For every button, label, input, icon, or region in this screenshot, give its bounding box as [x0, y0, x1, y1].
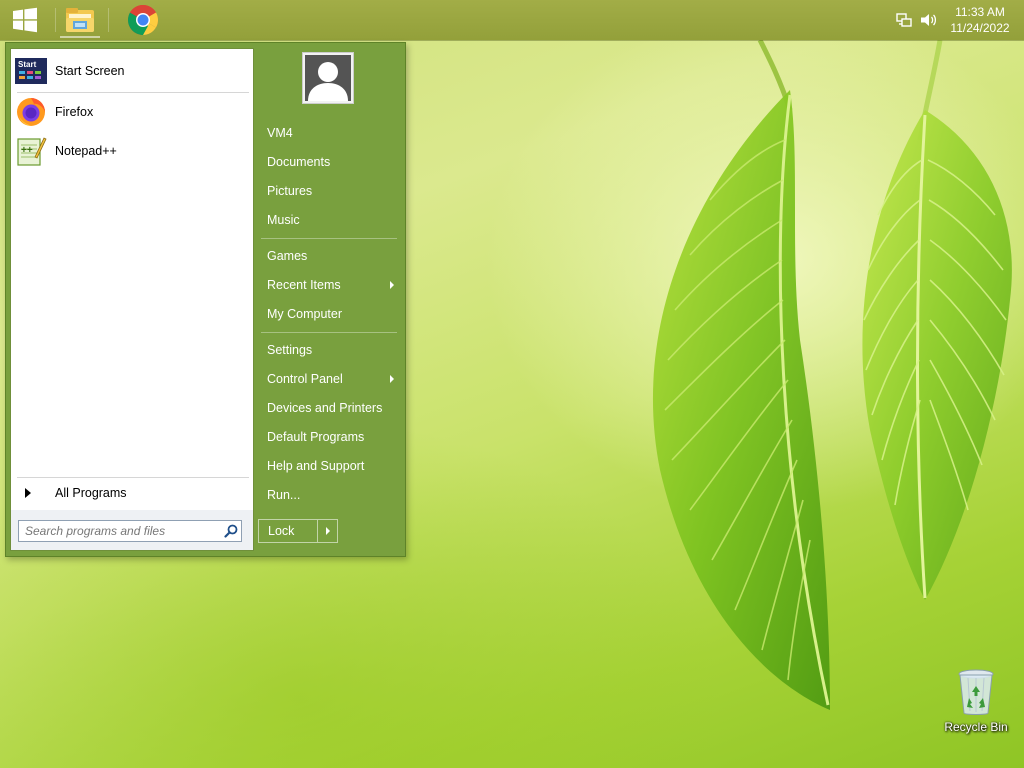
taskbar-separator: [55, 8, 56, 32]
menu-item-vm4[interactable]: VM4: [262, 120, 402, 146]
pinned-label: Firefox: [55, 105, 94, 119]
taskbar: 11:33 AM 11/24/2022: [0, 0, 1024, 40]
menu-divider: [261, 332, 397, 333]
clock-date: 11/24/2022: [950, 21, 1010, 35]
start-tile-text: Start: [18, 60, 37, 69]
menu-item-label: Settings: [267, 343, 313, 357]
start-screen-icon: Start: [15, 58, 47, 84]
menu-item-label: Recent Items: [267, 278, 341, 292]
start-menu: Start Start Screen Firefox ++ Notepad++ …: [5, 42, 406, 557]
menu-item-recent-items[interactable]: Recent Items: [262, 272, 402, 298]
menu-item-label: Default Programs: [267, 430, 365, 444]
start-button[interactable]: [6, 4, 44, 36]
taskbar-file-explorer[interactable]: [60, 2, 100, 38]
chrome-icon: [127, 4, 159, 36]
submenu-arrow-icon: [390, 375, 394, 383]
taskbar-chrome[interactable]: [123, 2, 163, 38]
pinned-label: Start Screen: [55, 64, 125, 78]
recycle-bin-icon: [958, 669, 994, 715]
menu-item-label: VM4: [267, 126, 293, 140]
clock-time: 11:33 AM: [955, 5, 1005, 19]
lock-button[interactable]: Lock: [259, 520, 317, 542]
pinned-notepad-plus-plus[interactable]: ++ Notepad++: [15, 134, 249, 168]
pinned-firefox[interactable]: Firefox: [15, 95, 249, 129]
search-box: [18, 520, 242, 542]
menu-item-pictures[interactable]: Pictures: [262, 178, 402, 204]
chevron-right-icon: [25, 488, 31, 498]
all-programs-divider: [17, 477, 249, 478]
menu-item-label: Devices and Printers: [267, 401, 383, 415]
search-input[interactable]: [23, 523, 222, 539]
pinned-label: Notepad++: [55, 144, 117, 158]
menu-item-help-and-support[interactable]: Help and Support: [262, 453, 402, 479]
menu-item-default-programs[interactable]: Default Programs: [262, 424, 402, 450]
desktop-icon-recycle-bin[interactable]: Recycle Bin: [941, 668, 1011, 740]
chevron-right-icon: [325, 527, 330, 535]
menu-item-devices-and-printers[interactable]: Devices and Printers: [262, 395, 402, 421]
menu-item-label: Help and Support: [267, 459, 365, 473]
search-button[interactable]: [221, 521, 241, 541]
file-explorer-icon: [66, 8, 94, 32]
menu-item-my-computer[interactable]: My Computer: [262, 301, 402, 327]
menu-item-label: Games: [267, 249, 308, 263]
desktop-icon-label: Recycle Bin: [944, 720, 1008, 734]
firefox-icon: [17, 98, 45, 126]
menu-item-label: Documents: [267, 155, 331, 169]
search-area: [11, 510, 253, 550]
taskbar-separator: [108, 8, 109, 32]
start-menu-programs-pane: Start Start Screen Firefox ++ Notepad++ …: [10, 48, 254, 551]
search-icon: [224, 524, 238, 538]
menu-item-label: Music: [267, 213, 300, 227]
submenu-arrow-icon: [390, 281, 394, 289]
svg-text:++: ++: [21, 145, 33, 156]
volume-icon[interactable]: [920, 12, 938, 28]
menu-divider: [261, 238, 397, 239]
lock-button-group: Lock: [258, 519, 338, 543]
network-icon[interactable]: [896, 12, 912, 28]
menu-item-run[interactable]: Run...: [262, 482, 402, 508]
pinned-divider: [17, 92, 249, 93]
menu-item-label: Run...: [267, 488, 301, 502]
taskbar-clock[interactable]: 11:33 AM 11/24/2022: [942, 4, 1018, 36]
pinned-start-screen[interactable]: Start Start Screen: [15, 54, 249, 88]
menu-item-label: Control Panel: [267, 372, 343, 386]
power-options-button[interactable]: [317, 520, 337, 542]
user-avatar[interactable]: [302, 52, 354, 104]
menu-item-label: My Computer: [267, 307, 343, 321]
menu-item-label: Pictures: [267, 184, 313, 198]
menu-item-settings[interactable]: Settings: [262, 337, 402, 363]
menu-item-documents[interactable]: Documents: [262, 149, 402, 175]
windows-logo-icon: [13, 7, 37, 33]
notepad-plus-plus-icon: ++: [17, 137, 47, 166]
menu-item-games[interactable]: Games: [262, 243, 402, 269]
menu-item-control-panel[interactable]: Control Panel: [262, 366, 402, 392]
all-programs-button[interactable]: All Programs: [15, 481, 249, 505]
user-silhouette-icon: [308, 62, 348, 101]
all-programs-label: All Programs: [55, 486, 127, 500]
system-tray: [896, 10, 938, 30]
menu-item-music[interactable]: Music: [262, 207, 402, 233]
